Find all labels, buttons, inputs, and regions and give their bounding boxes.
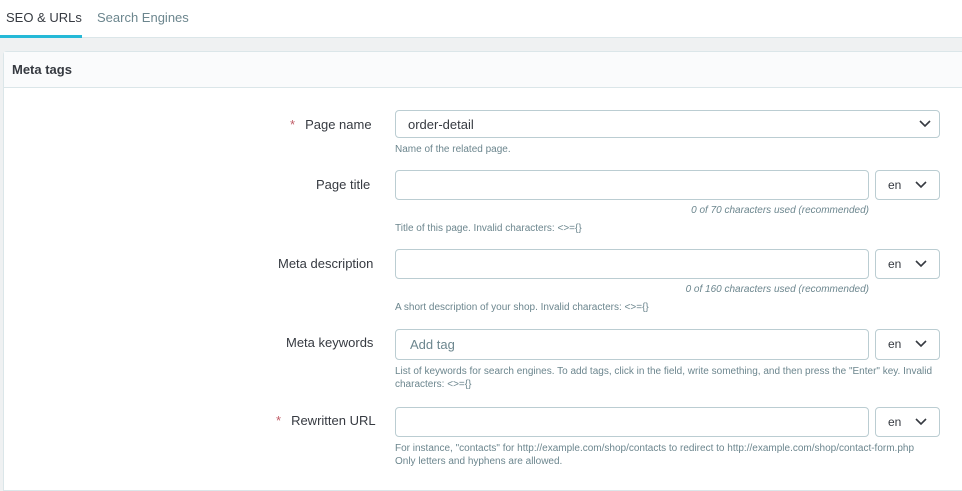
tab-search-engines[interactable]: Search Engines [97,0,189,38]
chevron-down-icon [919,120,931,128]
meta-description-label: Meta description [278,256,374,271]
chevron-down-icon [915,181,927,189]
lang-value: en [888,415,902,429]
lang-value: en [888,257,902,271]
required-mark: * [276,413,282,428]
page-title-lang-select[interactable]: en [875,170,940,200]
page-title-char-counter: 0 of 70 characters used (recommended) [691,205,869,216]
lang-value: en [888,178,902,192]
meta-description-char-counter: 0 of 160 characters used (recommended) [685,284,869,295]
tab-bar: SEO & URLs Search Engines [0,0,962,38]
rewritten-url-input[interactable] [395,407,869,437]
page-name-help: Name of the related page. [395,144,511,155]
meta-keywords-label: Meta keywords [286,335,374,350]
page-name-label: * Page name [290,117,372,132]
page-title-input[interactable] [395,170,869,200]
page-name-select[interactable]: order-detail [395,110,940,138]
rewritten-url-help: For instance, "contacts" for http://exam… [395,443,915,467]
rewritten-url-label: * Rewritten URL [276,413,376,428]
chevron-down-icon [915,418,927,426]
rewritten-url-lang-select[interactable]: en [875,407,940,437]
page-title-help: Title of this page. Invalid characters: … [395,223,582,234]
page-name-value: order-detail [408,117,474,132]
meta-description-input[interactable] [395,249,869,279]
lang-value: en [888,337,902,351]
page-title-label: Page title [316,177,371,192]
meta-description-lang-select[interactable]: en [875,249,940,279]
meta-keywords-tag-input[interactable]: Add tag [395,329,869,360]
meta-keywords-help: List of keywords for search engines. To … [395,366,933,390]
meta-description-help: A short description of your shop. Invali… [395,302,649,313]
chevron-down-icon [915,260,927,268]
meta-keywords-lang-select[interactable]: en [875,329,940,360]
tab-seo-urls[interactable]: SEO & URLs [0,0,82,38]
chevron-down-icon [915,340,927,348]
panel-title: Meta tags [4,52,962,88]
required-mark: * [290,117,296,132]
